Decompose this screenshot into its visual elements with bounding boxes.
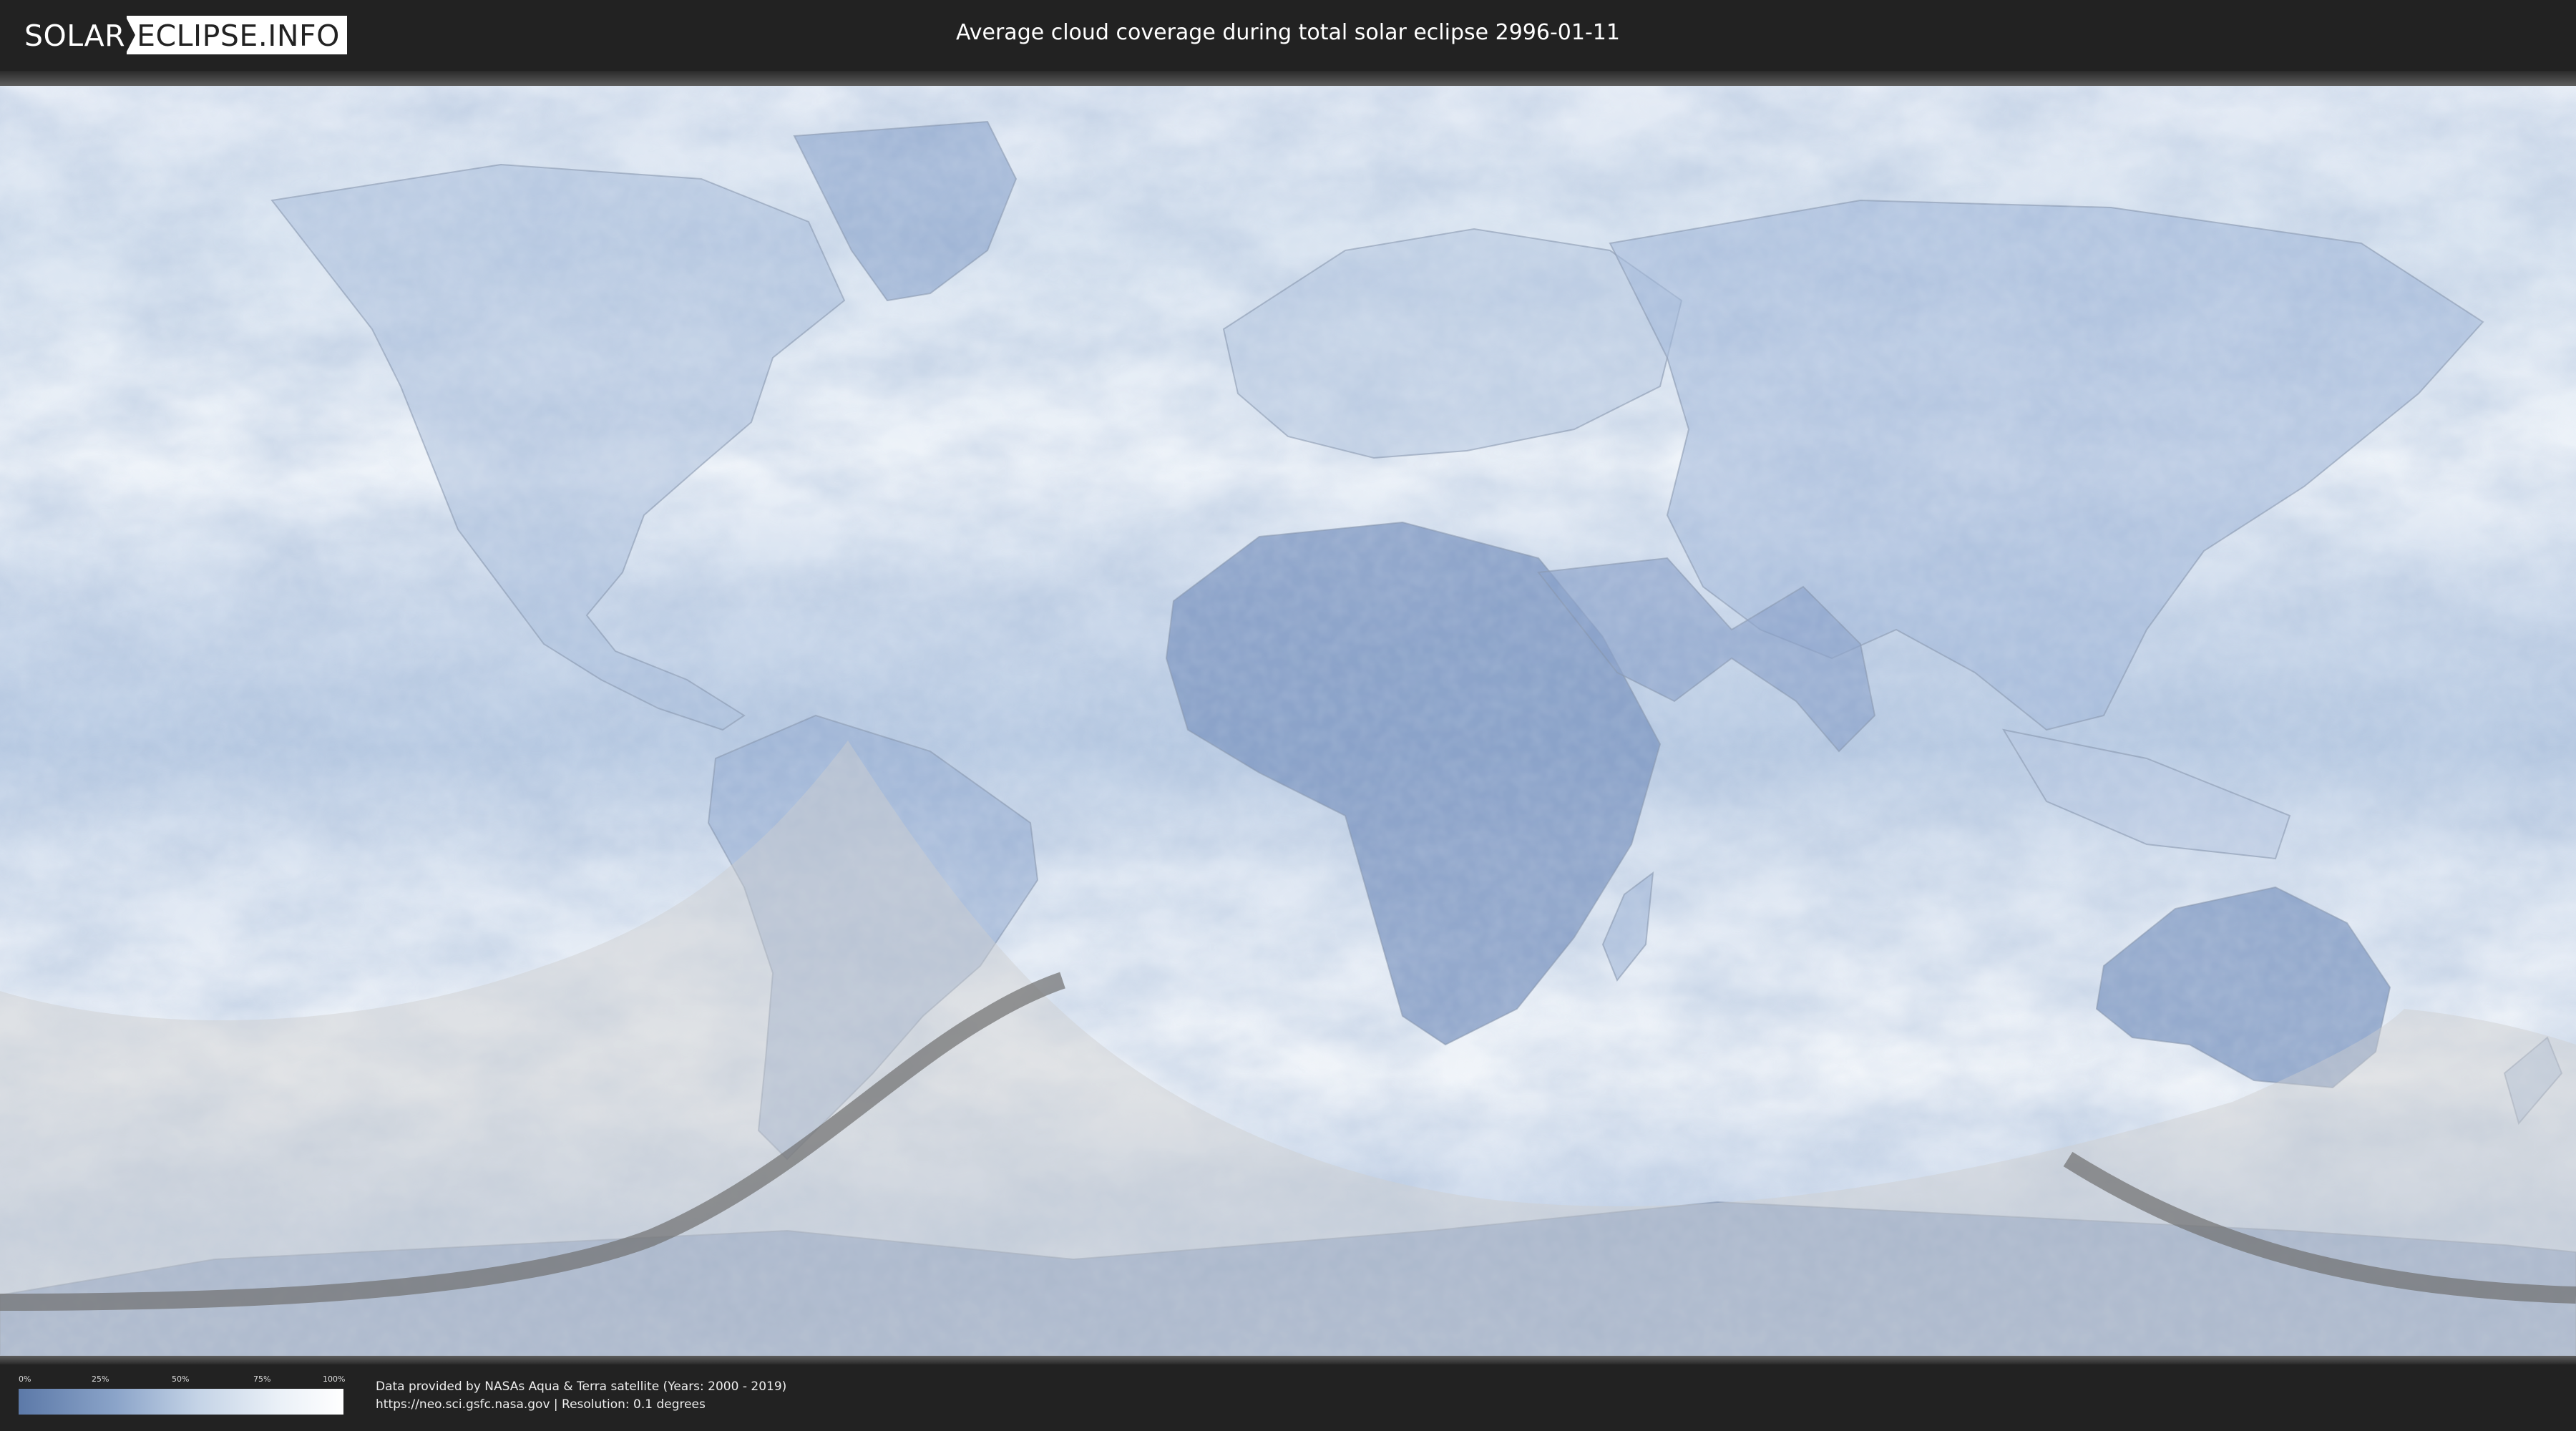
legend-tick-0: 0% xyxy=(19,1374,31,1384)
cloud-coverage-map xyxy=(0,86,2576,1356)
credit-source: Data provided by NASAs Aqua & Terra sate… xyxy=(376,1379,787,1394)
data-credits: Data provided by NASAs Aqua & Terra sate… xyxy=(376,1378,786,1414)
cloud-coverage-legend: 0% 25% 50% 75% 100% xyxy=(19,1374,346,1415)
legend-tick-75: 75% xyxy=(253,1374,271,1384)
legend-tick-25: 25% xyxy=(92,1374,109,1384)
legend-tick-100: 100% xyxy=(323,1374,346,1384)
map-frame-bottom xyxy=(0,1356,2576,1364)
legend-tick-50: 50% xyxy=(172,1374,190,1384)
map-frame-top xyxy=(0,71,2576,86)
legend-color-bar xyxy=(19,1389,343,1415)
credit-url-resolution[interactable]: https://neo.sci.gsfc.nasa.gov | Resoluti… xyxy=(376,1396,786,1414)
page-title: Average cloud coverage during total sola… xyxy=(956,20,1620,45)
header-bar: SOLAR ECLIPSE.INFO Average cloud coverag… xyxy=(0,0,2576,71)
page: SOLAR ECLIPSE.INFO Average cloud coverag… xyxy=(0,0,2576,1431)
